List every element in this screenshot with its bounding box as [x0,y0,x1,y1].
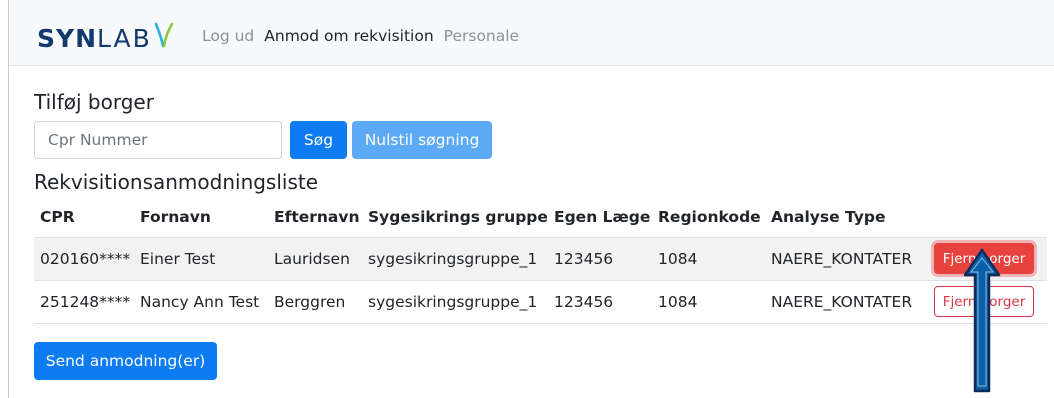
cell-last-name: Lauridsen [268,237,362,281]
column-header-actions [928,197,1047,238]
cell-first-name: Einer Test [134,237,268,281]
synlab-logo[interactable]: SYN LAB [37,22,175,53]
nav-link-request-requisition[interactable]: Anmod om rekvisition [264,27,433,45]
column-header-first-name: Fornavn [134,197,268,238]
requisition-list-title: Rekvisitionsanmodningsliste [34,170,319,194]
add-citizen-title: Tilføj borger [34,90,154,114]
cell-insurance-group: sygesikringsgruppe_1 [362,237,548,281]
cell-cpr: 251248**** [34,280,134,324]
table-row: 251248**** Nancy Ann Test Berggren syges… [34,280,1047,324]
reset-search-button[interactable]: Nulstil søgning [352,121,492,159]
nav-link-logout[interactable]: Log ud [202,27,254,45]
cell-analysis-type: NAERE_KONTATER [765,237,928,281]
search-button[interactable]: Søg [290,121,347,159]
annotation-arrow-icon [963,248,1001,393]
table-row: 020160**** Einer Test Lauridsen sygesikr… [34,237,1047,281]
column-header-cpr: CPR [34,197,134,238]
table-header-row: CPR Fornavn Efternavn Sygesikrings grupp… [34,197,1047,238]
cell-own-doctor: 123456 [548,237,652,281]
cell-first-name: Nancy Ann Test [134,280,268,324]
logo-text-bold: SYN [37,23,98,53]
column-header-analysis-type: Analyse Type [765,197,928,238]
cell-insurance-group: sygesikringsgruppe_1 [362,280,548,324]
cell-region-code: 1084 [652,280,765,324]
cpr-number-input[interactable] [34,121,282,159]
column-header-insurance-group: Sygesikrings gruppe [362,197,548,238]
cell-analysis-type: NAERE_KONTATER [765,280,928,324]
column-header-last-name: Efternavn [268,197,362,238]
send-requests-button[interactable]: Send anmodning(er) [34,342,217,380]
column-header-region-code: Regionkode [652,197,765,238]
cell-cpr: 020160**** [34,237,134,281]
synlab-mark-icon [154,22,174,48]
cell-last-name: Berggren [268,280,362,324]
nav-link-staff[interactable]: Personale [444,27,519,45]
cell-own-doctor: 123456 [548,280,652,324]
nav-links: Log ud Anmod om rekvisition Personale [202,27,519,45]
requisition-table: CPR Fornavn Efternavn Sygesikrings grupp… [34,197,1047,324]
navbar: SYN LAB Log ud Anmod om rekvisition Perso… [9,0,1054,66]
column-header-own-doctor: Egen Læge [548,197,652,238]
logo-text-light: LAB [97,23,152,53]
cell-region-code: 1084 [652,237,765,281]
